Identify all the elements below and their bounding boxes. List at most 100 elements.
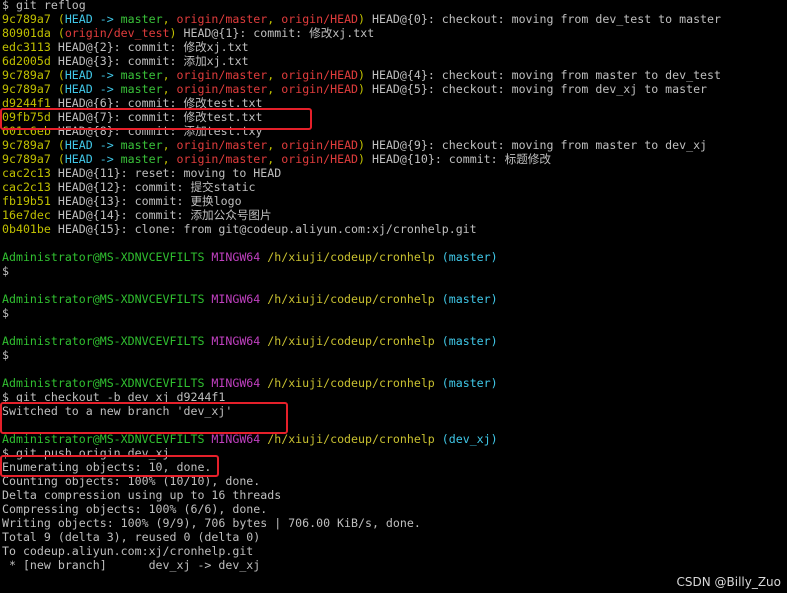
terminal-window[interactable]: $ git reflog 9c789a7 (HEAD -> master, ori… — [0, 0, 787, 593]
terminal-text-segment: 0b401be — [2, 222, 58, 236]
terminal-line: 601c6eb HEAD@{8}: commit: 添加test.txy — [2, 124, 721, 138]
terminal-text-segment: , — [267, 68, 282, 82]
terminal-line: cac2c13 HEAD@{12}: commit: 提交static — [2, 180, 721, 194]
terminal-text-segment: master — [120, 152, 163, 166]
terminal-text-segment: Administrator@MS-XDNVCEVFILTS — [2, 376, 205, 390]
terminal-text-segment: HEAD@{8}: commit: 添加test.txy — [57, 124, 263, 138]
terminal-text-segment: Writing objects: 100% (9/9), 706 bytes |… — [2, 516, 421, 530]
terminal-text-segment: $ git reflog — [2, 0, 86, 12]
terminal-text-segment: 601c6eb — [2, 124, 58, 138]
terminal-line: edc3113 HEAD@{2}: commit: 修改xj.txt — [2, 40, 721, 54]
terminal-text-segment: Delta compression using up to 16 threads — [2, 488, 282, 502]
terminal-text-segment: Administrator@MS-XDNVCEVFILTS — [2, 334, 205, 348]
terminal-line: Total 9 (delta 3), reused 0 (delta 0) — [2, 530, 721, 544]
terminal-text-segment: , — [267, 12, 282, 26]
terminal-text-segment: ) — [358, 138, 366, 152]
terminal-text-segment: ) — [358, 82, 366, 96]
terminal-text-segment: ( — [57, 12, 65, 26]
terminal-text-segment: Counting objects: 100% (10/10), done. — [2, 474, 261, 488]
terminal-text-segment: cac2c13 — [2, 180, 58, 194]
terminal-text-segment: HEAD -> — [64, 68, 121, 82]
terminal-text-segment: HEAD@{4}: checkout: moving from master t… — [365, 68, 721, 82]
terminal-line: To codeup.aliyun.com:xj/cronhelp.git — [2, 544, 721, 558]
terminal-text-segment: origin/master — [176, 152, 268, 166]
terminal-line: d9244f1 HEAD@{6}: commit: 修改test.txt — [2, 96, 721, 110]
terminal-text-segment: HEAD@{3}: commit: 添加xj.txt — [57, 54, 249, 68]
terminal-text-segment: , — [162, 152, 177, 166]
terminal-text-segment: ) — [358, 12, 366, 26]
terminal-text-segment: /h/xiuji/codeup/cronhelp — [267, 376, 435, 390]
terminal-line: Administrator@MS-XDNVCEVFILTS MINGW64 /h… — [2, 334, 721, 348]
terminal-text-segment: Administrator@MS-XDNVCEVFILTS — [2, 432, 205, 446]
terminal-text-segment: * [new branch] dev_xj -> dev_xj — [2, 558, 261, 572]
terminal-text-segment: ( — [57, 82, 65, 96]
terminal-text-segment: ( — [57, 152, 65, 166]
terminal-text-segment: (master) — [441, 334, 498, 348]
terminal-text-segment: /h/xiuji/codeup/cronhelp — [267, 292, 435, 306]
terminal-text-segment: Administrator@MS-XDNVCEVFILTS — [2, 292, 205, 306]
terminal-text-segment: MINGW64 — [211, 250, 261, 264]
terminal-text-segment: 16e7dec — [2, 208, 58, 222]
terminal-text-segment: master — [120, 12, 163, 26]
terminal-text-segment: /h/xiuji/codeup/cronhelp — [267, 432, 435, 446]
terminal-text-segment: HEAD@{10}: commit: 标题修改 — [365, 152, 551, 166]
terminal-text-segment: MINGW64 — [211, 292, 261, 306]
terminal-line: fb19b51 HEAD@{13}: commit: 更换logo — [2, 194, 721, 208]
terminal-line: Administrator@MS-XDNVCEVFILTS MINGW64 /h… — [2, 250, 721, 264]
terminal-text-segment: origin/master — [176, 68, 268, 82]
terminal-line: 80901da (origin/dev_test) HEAD@{1}: comm… — [2, 26, 721, 40]
terminal-text-segment: HEAD@{13}: commit: 更换logo — [57, 194, 242, 208]
terminal-line: 16e7dec HEAD@{14}: commit: 添加公众号图片 — [2, 208, 721, 222]
watermark: CSDN @Billy_Zuo — [676, 575, 781, 589]
terminal-line: * [new branch] dev_xj -> dev_xj — [2, 558, 721, 572]
terminal-line: cac2c13 HEAD@{11}: reset: moving to HEAD — [2, 166, 721, 180]
terminal-line: 9c789a7 (HEAD -> master, origin/master, … — [2, 138, 721, 152]
terminal-line: 6d2005d HEAD@{3}: commit: 添加xj.txt — [2, 54, 721, 68]
terminal-text-segment: /h/xiuji/codeup/cronhelp — [267, 334, 435, 348]
terminal-text-segment: HEAD -> — [64, 12, 121, 26]
terminal-text-segment: Switched to a new branch 'dev_xj' — [2, 404, 233, 418]
terminal-text-segment: $ git checkout -b dev_xj d9244f1 — [2, 390, 226, 404]
terminal-text-segment: To codeup.aliyun.com:xj/cronhelp.git — [2, 544, 254, 558]
terminal-text-segment: HEAD@{14}: commit: 添加公众号图片 — [57, 208, 272, 222]
terminal-text-segment: 09fb75d — [2, 110, 58, 124]
terminal-text-segment: HEAD@{0}: checkout: moving from dev_test… — [365, 12, 721, 26]
terminal-text-segment: (master) — [441, 292, 498, 306]
terminal-text-segment: 9c789a7 — [2, 68, 58, 82]
terminal-text-segment: master — [120, 68, 163, 82]
terminal-line: $ git checkout -b dev_xj d9244f1 — [2, 390, 721, 404]
terminal-text-segment: , — [162, 138, 177, 152]
terminal-text-segment: master — [120, 138, 163, 152]
terminal-text-segment: 6d2005d — [2, 54, 58, 68]
terminal-text-segment: , — [267, 138, 282, 152]
terminal-text-segment: ( — [57, 138, 65, 152]
terminal-text-segment: HEAD@{7}: commit: 修改test.txt — [57, 110, 263, 124]
terminal-text-segment: 9c789a7 — [2, 12, 58, 26]
terminal-text-segment: HEAD -> — [64, 152, 121, 166]
terminal-text-segment: Total 9 (delta 3), reused 0 (delta 0) — [2, 530, 261, 544]
terminal-text-segment: master — [120, 82, 163, 96]
terminal-text-segment: , — [162, 12, 177, 26]
terminal-text-segment: (master) — [441, 250, 498, 264]
terminal-text-segment: HEAD -> — [64, 82, 121, 96]
terminal-line: Enumerating objects: 10, done. — [2, 460, 721, 474]
terminal-text-segment: origin/master — [176, 138, 268, 152]
terminal-line: $ git push origin dev_xj — [2, 446, 721, 460]
terminal-text-segment: MINGW64 — [211, 376, 261, 390]
terminal-line: 9c789a7 (HEAD -> master, origin/master, … — [2, 68, 721, 82]
terminal-text-segment: HEAD@{2}: commit: 修改xj.txt — [57, 40, 249, 54]
terminal-text-segment: MINGW64 — [211, 334, 261, 348]
terminal-text-segment: 9c789a7 — [2, 138, 58, 152]
terminal-text-segment: , — [162, 82, 177, 96]
terminal-text-segment: origin/master — [176, 12, 268, 26]
terminal-text-segment: HEAD@{6}: commit: 修改test.txt — [57, 96, 263, 110]
terminal-text-segment: MINGW64 — [211, 432, 261, 446]
